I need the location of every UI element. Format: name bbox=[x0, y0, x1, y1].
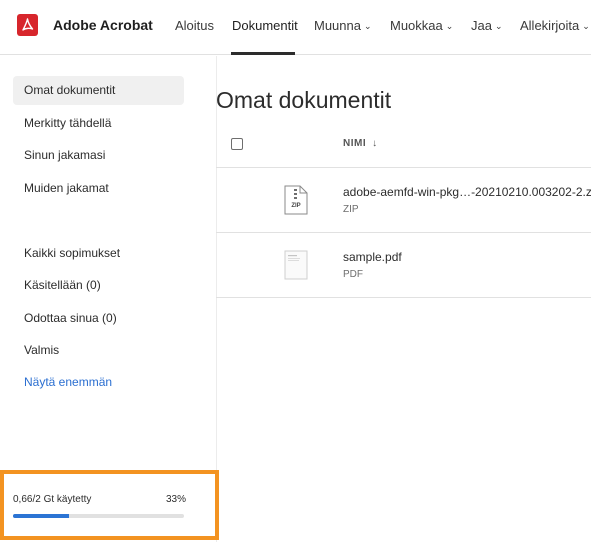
chevron-down-icon: ⌄ bbox=[363, 21, 372, 31]
app-title[interactable]: Adobe Acrobat bbox=[53, 17, 153, 33]
sidebar-item-kaikki-sopimukset[interactable]: Kaikki sopimukset bbox=[13, 239, 184, 268]
chevron-down-icon: ⌄ bbox=[582, 21, 590, 31]
file-name[interactable]: sample.pdf bbox=[343, 250, 402, 264]
file-list: ZIP adobe-aemfd-win-pkg…-20210210.003202… bbox=[216, 167, 591, 298]
storage-used-label: 0,66/2 Gt käytetty bbox=[13, 494, 92, 505]
sidebar-item-sinun-jakamasi[interactable]: Sinun jakamasi bbox=[13, 141, 184, 170]
file-type: ZIP bbox=[343, 204, 359, 215]
zip-file-icon: ZIP bbox=[284, 185, 308, 215]
adobe-acrobat-logo-icon[interactable] bbox=[17, 14, 38, 36]
storage-progress-fill bbox=[13, 514, 70, 518]
sort-arrow-icon: ↓ bbox=[372, 138, 378, 149]
file-type: PDF bbox=[343, 269, 363, 280]
nav-label: Aloitus bbox=[175, 18, 215, 33]
chevron-down-icon: ⌄ bbox=[494, 21, 503, 31]
chevron-down-icon: ⌄ bbox=[445, 21, 454, 31]
nav-label: Muunna bbox=[314, 18, 361, 33]
pdf-file-icon bbox=[284, 250, 308, 280]
top-navigation-bar: Adobe Acrobat Aloitus Dokumentit Muunna ⌄… bbox=[0, 0, 591, 55]
sidebar-item-odottaa-sinua[interactable]: Odottaa sinua (0) bbox=[13, 304, 184, 333]
table-row[interactable]: ZIP adobe-aemfd-win-pkg…-20210210.003202… bbox=[216, 168, 591, 233]
table-row[interactable]: sample.pdf PDF bbox=[216, 233, 591, 298]
active-tab-indicator bbox=[231, 52, 295, 55]
file-name[interactable]: adobe-aemfd-win-pkg…-20210210.003202-2.z… bbox=[343, 185, 591, 199]
page-title: Omat dokumentit bbox=[216, 87, 392, 113]
sidebar-item-valmis[interactable]: Valmis bbox=[13, 336, 184, 365]
sidebar-item-muiden-jakamat[interactable]: Muiden jakamat bbox=[13, 174, 184, 203]
sidebar-item-kasitellaan[interactable]: Käsitellään (0) bbox=[13, 271, 184, 300]
nav-label: Dokumentit bbox=[232, 18, 298, 33]
zip-icon-label: ZIP bbox=[291, 203, 301, 209]
storage-percent: 33% bbox=[166, 494, 187, 505]
select-all-checkbox[interactable] bbox=[231, 138, 243, 150]
storage-usage-panel: 0,66/2 Gt käytetty 33% bbox=[0, 470, 219, 540]
show-more-link[interactable]: Näytä enemmän bbox=[13, 368, 184, 397]
nav-label: Jaa bbox=[471, 18, 492, 33]
nav-aloitus[interactable]: Aloitus bbox=[175, 18, 214, 33]
nav-label: Allekirjoita bbox=[520, 18, 580, 33]
sidebar-item-omat-dokumentit[interactable]: Omat dokumentit bbox=[13, 76, 184, 105]
column-header-name[interactable]: NIMI ↓ bbox=[343, 138, 378, 149]
nav-dokumentit[interactable]: Dokumentit bbox=[232, 18, 298, 33]
nav-muokkaa[interactable]: Muokkaa ⌄ bbox=[390, 18, 453, 33]
sidebar-item-merkitty-tahdella[interactable]: Merkitty tähdellä bbox=[13, 109, 184, 138]
column-header-label: NIMI bbox=[343, 138, 367, 149]
nav-allekirjoita[interactable]: Allekirjoita ⌄ bbox=[520, 18, 590, 33]
nav-jaa[interactable]: Jaa ⌄ bbox=[471, 18, 503, 33]
nav-muunna[interactable]: Muunna ⌄ bbox=[314, 18, 372, 33]
nav-label: Muokkaa bbox=[390, 18, 443, 33]
storage-progress-bar bbox=[13, 514, 184, 518]
